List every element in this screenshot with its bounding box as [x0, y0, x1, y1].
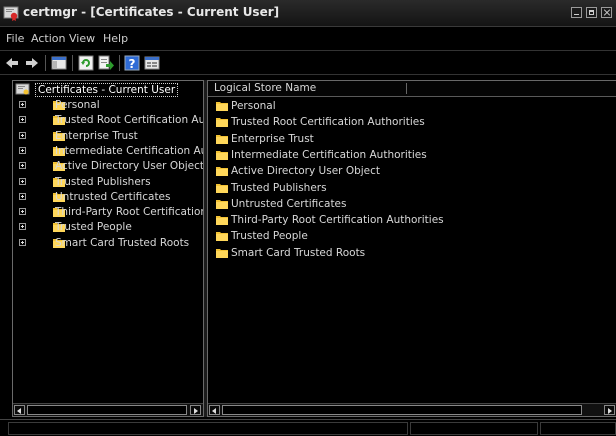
certificate-app-icon — [3, 6, 19, 21]
forward-arrow-icon[interactable] — [24, 55, 40, 71]
column-header[interactable]: Logical Store Name — [208, 81, 616, 97]
scroll-right-button[interactable] — [604, 405, 615, 415]
maximize-button[interactable] — [586, 7, 597, 18]
scroll-left-button[interactable] — [209, 405, 220, 415]
column-divider[interactable] — [406, 83, 407, 94]
toolbar-separator — [119, 55, 120, 71]
status-bar — [0, 419, 616, 436]
toolbar: ? — [0, 50, 616, 75]
status-cell — [8, 422, 408, 435]
title-bar: certmgr - [Certificates - Current User] — [0, 0, 616, 27]
list-item-label: Personal — [231, 100, 276, 112]
expand-icon[interactable] — [19, 223, 26, 231]
folder-icon — [216, 150, 228, 160]
folder-icon — [216, 183, 228, 193]
scroll-left-button[interactable] — [14, 405, 25, 415]
tree-item-label: Personal — [55, 99, 100, 111]
back-arrow-icon[interactable] — [4, 55, 20, 71]
list-pane[interactable]: Logical Store Name Personal Trusted Root … — [207, 80, 616, 417]
expand-icon[interactable] — [19, 238, 26, 246]
export-list-icon[interactable] — [98, 55, 114, 71]
expand-icon[interactable] — [19, 192, 26, 200]
folder-icon — [216, 232, 228, 242]
list-item-label: Trusted Root Certification Authorities — [231, 116, 425, 129]
tree-pane[interactable]: Certificates - Current User Personal Trus… — [12, 80, 204, 417]
list-item-label: Third-Party Root Certification Authoriti… — [231, 214, 444, 227]
list-item-label: Untrusted Certificates — [231, 197, 347, 210]
scroll-thumb[interactable] — [27, 405, 187, 415]
expand-icon[interactable] — [19, 116, 26, 124]
list-horizontal-scrollbar[interactable] — [208, 403, 616, 416]
expand-icon[interactable] — [19, 146, 26, 154]
expand-icon[interactable] — [19, 131, 26, 139]
menu-file[interactable]: File — [6, 32, 24, 45]
refresh-icon[interactable] — [78, 55, 94, 71]
expand-icon[interactable] — [19, 162, 26, 170]
list-item-label: Trusted People — [231, 230, 308, 243]
folder-icon — [216, 248, 228, 258]
expand-icon[interactable] — [19, 177, 26, 185]
status-cell — [540, 422, 616, 435]
tree-item-label: Trusted People — [55, 221, 132, 234]
folder-icon — [216, 199, 228, 209]
folder-icon — [216, 134, 228, 144]
help-icon[interactable]: ? — [124, 55, 140, 71]
folder-icon — [216, 216, 228, 226]
scroll-right-button[interactable] — [190, 405, 201, 415]
tree-root-label: Certificates - Current User — [35, 83, 179, 97]
svg-text:?: ? — [129, 57, 136, 71]
menu-action[interactable]: Action — [31, 32, 65, 45]
window-title: certmgr - [Certificates - Current User] — [23, 5, 280, 19]
toolbar-separator — [72, 55, 73, 71]
tree-item-label: Enterprise Trust — [55, 129, 138, 142]
list-item-label: Enterprise Trust — [231, 132, 314, 145]
list-item-label: Intermediate Certification Authorities — [231, 148, 427, 161]
tree-item-label: Intermediate Certification Autho — [55, 144, 203, 157]
properties-icon[interactable] — [144, 55, 160, 71]
folder-icon — [216, 167, 228, 177]
list-item-label: Trusted Publishers — [231, 181, 327, 194]
tree-item-label: Untrusted Certificates — [55, 190, 171, 203]
menu-help[interactable]: Help — [103, 32, 128, 45]
close-button[interactable] — [601, 7, 612, 18]
tree-item-label: Trusted Root Certification Autho — [55, 114, 204, 127]
show-hide-tree-icon[interactable] — [51, 55, 67, 71]
expand-icon[interactable] — [19, 208, 26, 216]
column-header-label: Logical Store Name — [214, 82, 317, 94]
menu-bar: File Action View Help — [0, 27, 616, 49]
toolbar-separator — [45, 55, 46, 71]
expand-icon[interactable] — [19, 101, 26, 108]
folder-icon — [216, 102, 228, 111]
tree-item-label: Smart Card Trusted Roots — [55, 236, 190, 249]
tree-item-label: Third-Party Root Certification Au — [55, 206, 204, 219]
menu-view[interactable]: View — [69, 32, 95, 45]
list-item-label: Smart Card Trusted Roots — [231, 246, 366, 259]
list-item-label: Active Directory User Object — [231, 165, 381, 178]
tree-horizontal-scrollbar[interactable] — [13, 403, 203, 416]
status-cell — [410, 422, 538, 435]
certificate-store-icon — [15, 83, 30, 95]
folder-icon — [216, 118, 228, 128]
tree-item-label: Active Directory User Object — [55, 160, 204, 173]
scroll-thumb[interactable] — [222, 405, 582, 415]
tree-item-label: Trusted Publishers — [55, 175, 151, 188]
minimize-button[interactable] — [571, 7, 582, 18]
